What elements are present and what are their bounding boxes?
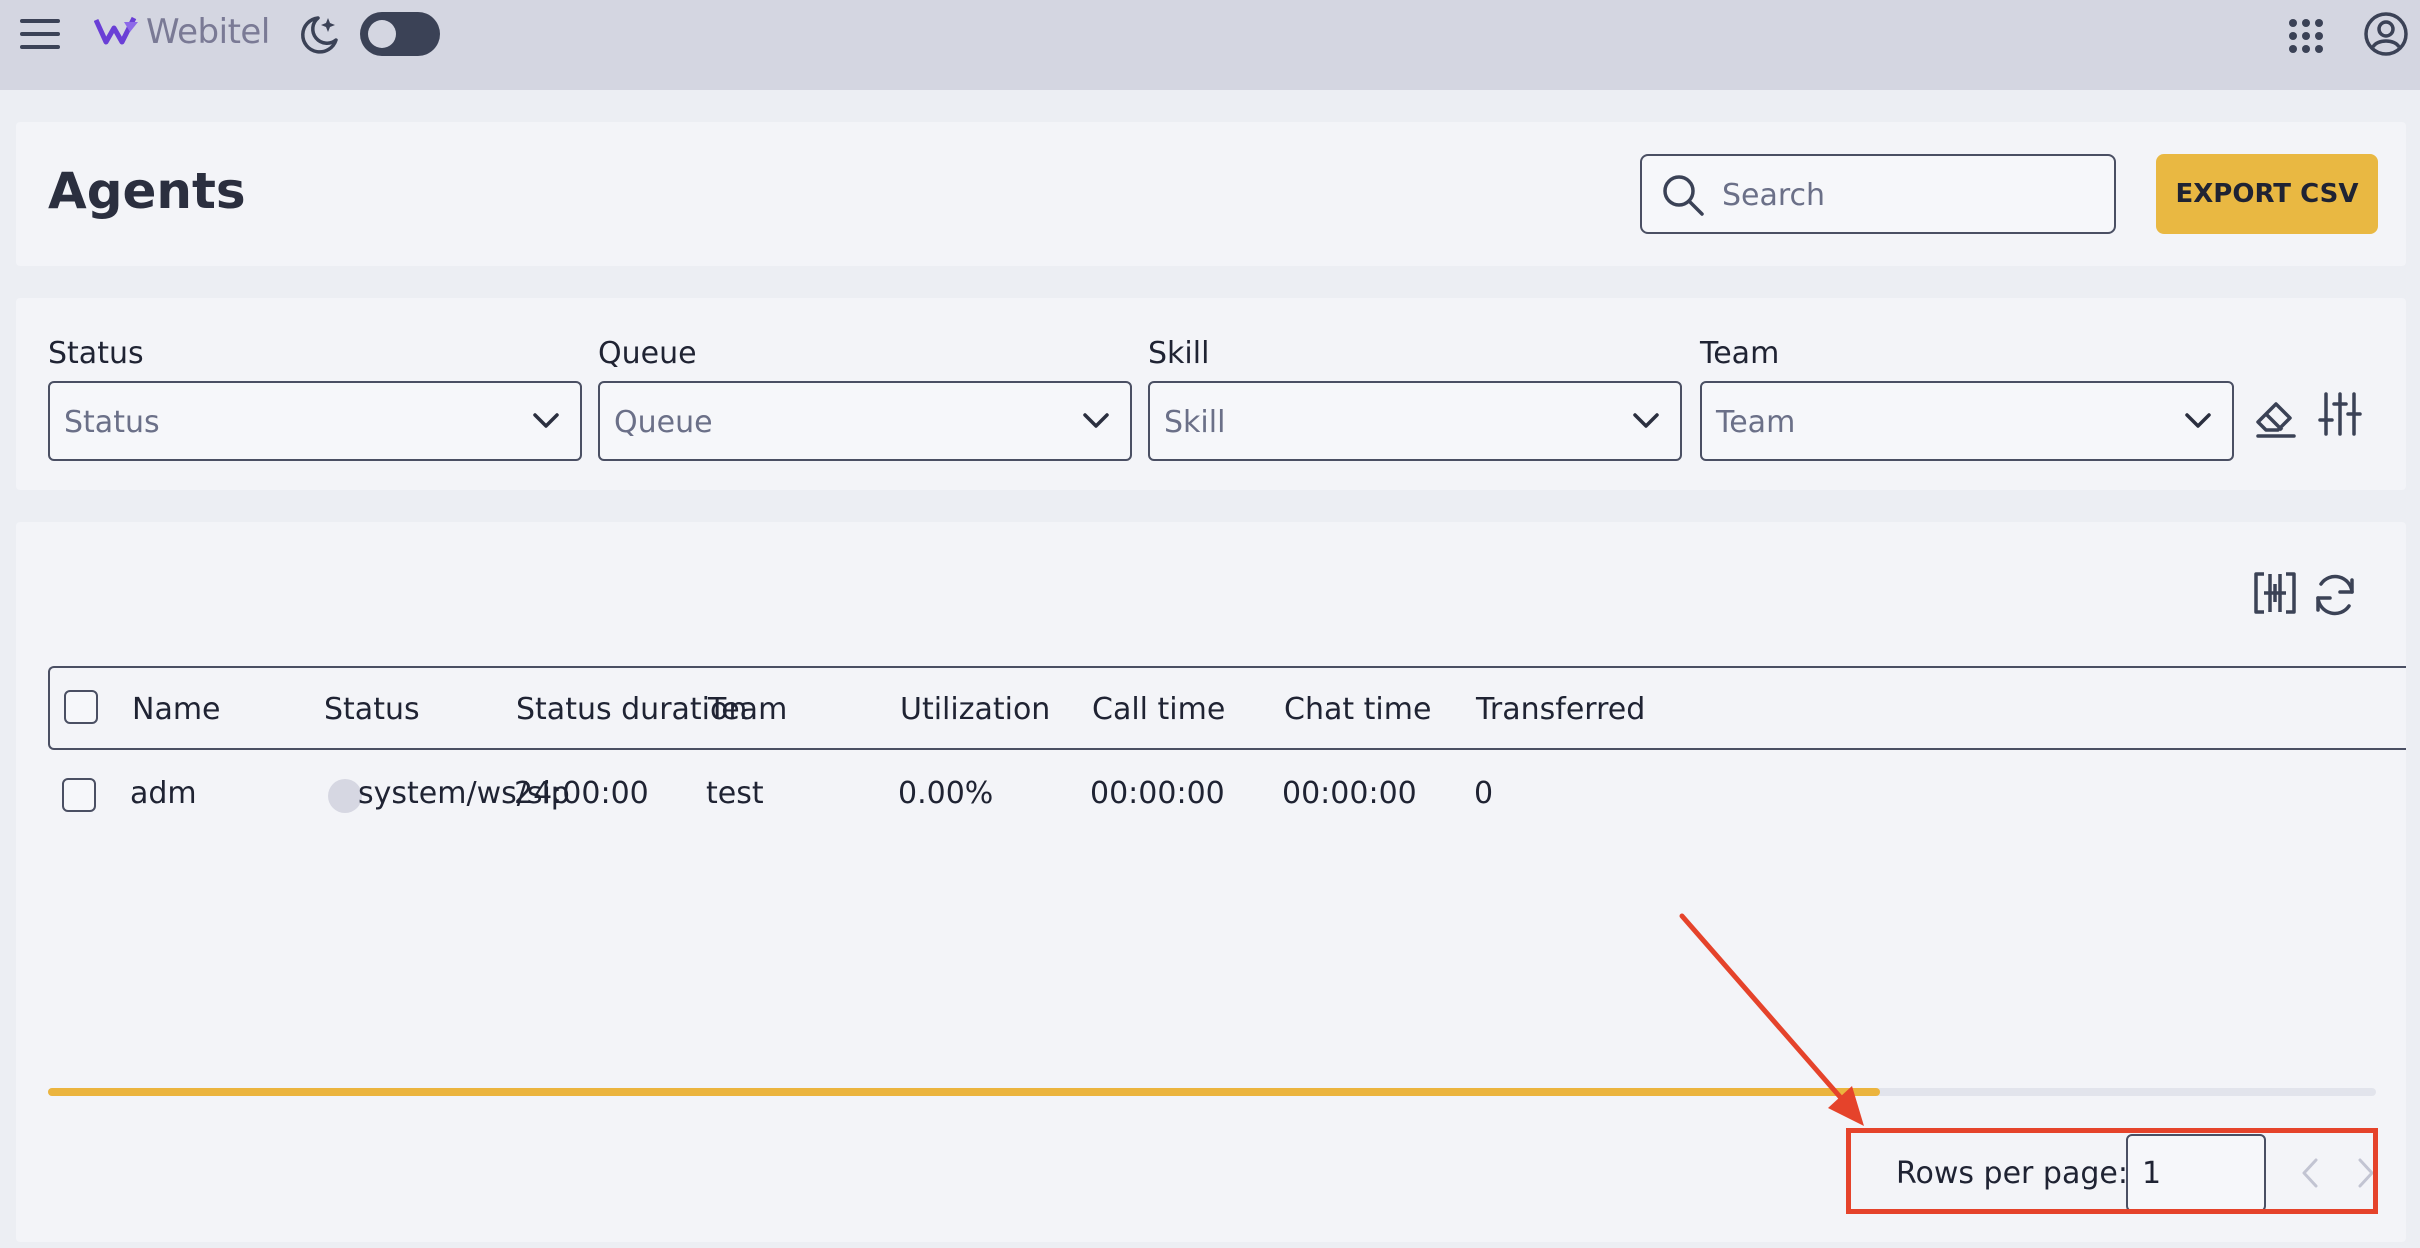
status-filter: Status Status [48, 336, 582, 461]
chevron-down-icon [1083, 413, 1109, 428]
account-icon[interactable] [2362, 10, 2410, 58]
webitel-logo-icon [94, 16, 138, 45]
table-header: Name Status Status duration Team Utiliza… [48, 666, 2406, 750]
column-select-icon[interactable] [2250, 568, 2300, 618]
team-select-placeholder: Team [1716, 405, 1796, 440]
team-filter: Team Team [1700, 336, 2234, 461]
cell-status-duration: 24:00:00 [514, 776, 649, 811]
column-header-team[interactable]: Team [708, 692, 787, 727]
theme-toggle[interactable] [360, 12, 440, 56]
page-title: Agents [48, 162, 246, 220]
chevron-down-icon [533, 413, 559, 428]
column-header-chat-time[interactable]: Chat time [1284, 692, 1431, 727]
column-header-name[interactable]: Name [132, 692, 221, 727]
webitel-logo[interactable]: Webitel [94, 12, 270, 52]
toggle-knob [368, 20, 396, 48]
apps-grid-icon[interactable] [2286, 16, 2326, 56]
rows-per-page-input[interactable] [2126, 1134, 2266, 1212]
status-indicator-icon [328, 779, 362, 813]
queue-filter: Queue Queue [598, 336, 1132, 461]
select-all-checkbox[interactable] [64, 690, 98, 724]
chevron-left-icon[interactable] [2296, 1156, 2326, 1190]
column-header-status[interactable]: Status [324, 692, 420, 727]
cell-utilization: 0.00% [898, 776, 994, 811]
chevron-down-icon [1633, 413, 1659, 428]
menu-icon[interactable] [18, 14, 62, 54]
search-icon [1663, 175, 1704, 216]
queue-select-placeholder: Queue [614, 405, 713, 440]
table-panel: Name Status Status duration Team Utiliza… [16, 522, 2406, 1242]
cell-chat-time: 00:00:00 [1282, 776, 1417, 811]
status-select-placeholder: Status [64, 405, 160, 440]
eraser-icon[interactable] [2252, 392, 2300, 440]
skill-select[interactable]: Skill [1148, 381, 1682, 461]
status-filter-label: Status [48, 336, 144, 371]
skill-filter: Skill Skill [1148, 336, 1682, 461]
team-filter-label: Team [1700, 336, 1780, 371]
horizontal-scrollbar[interactable] [48, 1088, 2376, 1096]
logo-text: Webitel [146, 12, 270, 52]
search-box[interactable] [1640, 154, 2116, 234]
filter-panel: Status Status Queue Queue Skill Skill Te… [16, 298, 2406, 490]
cell-team: test [706, 776, 764, 811]
chevron-down-icon [2185, 413, 2211, 428]
filter-settings-icon[interactable] [2316, 390, 2364, 438]
header-panel: Agents EXPORT CSV [16, 122, 2406, 266]
search-input[interactable] [1722, 174, 2102, 216]
chevron-right-icon[interactable] [2350, 1156, 2380, 1190]
moon-stars-icon [301, 16, 338, 54]
cell-transferred: 0 [1474, 776, 1494, 811]
row-checkbox[interactable] [62, 778, 96, 812]
cell-call-time: 00:00:00 [1090, 776, 1225, 811]
export-csv-button[interactable]: EXPORT CSV [2156, 154, 2378, 234]
top-bar: Webitel [0, 0, 2420, 90]
column-header-transferred[interactable]: Transferred [1476, 692, 1645, 727]
table-row[interactable]: adm system/ws/sip 24:00:00 test 0.00% 00… [48, 754, 2406, 834]
team-select[interactable]: Team [1700, 381, 2234, 461]
rows-per-page-label: Rows per page: [1896, 1156, 2128, 1191]
cell-name[interactable]: adm [130, 776, 197, 811]
column-header-call-time[interactable]: Call time [1092, 692, 1225, 727]
status-select[interactable]: Status [48, 381, 582, 461]
refresh-icon[interactable] [2310, 570, 2360, 620]
queue-select[interactable]: Queue [598, 381, 1132, 461]
skill-filter-label: Skill [1148, 336, 1210, 371]
pagination: Rows per page: [1862, 1128, 2392, 1218]
skill-select-placeholder: Skill [1164, 405, 1226, 440]
column-header-utilization[interactable]: Utilization [900, 692, 1050, 727]
scrollbar-thumb[interactable] [48, 1088, 1880, 1096]
queue-filter-label: Queue [598, 336, 697, 371]
